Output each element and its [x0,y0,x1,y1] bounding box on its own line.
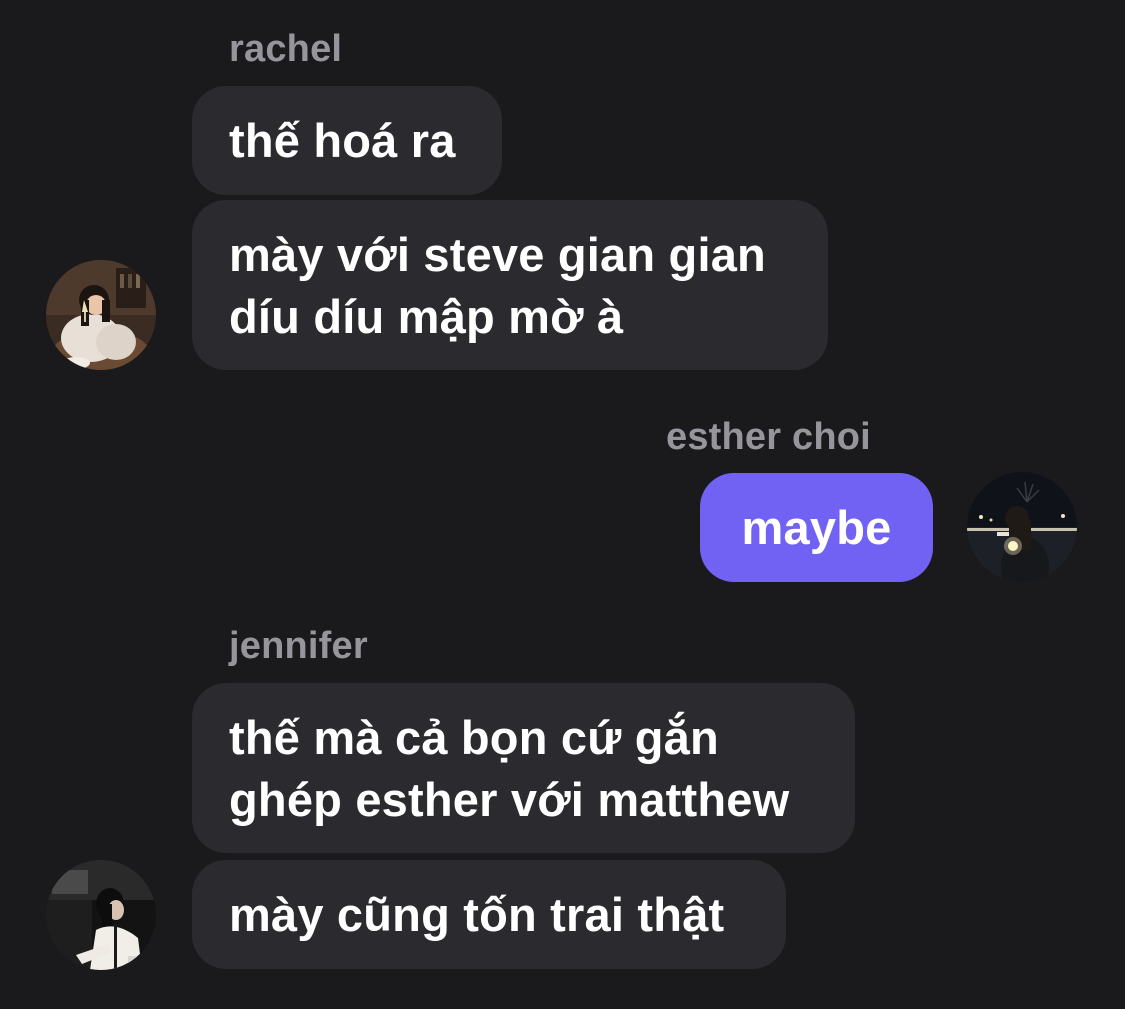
message-bubble[interactable]: mày cũng tốn trai thật [192,860,786,969]
message-bubble-outgoing[interactable]: maybe [700,473,933,582]
message-bubble[interactable]: mày với steve gian gian díu díu mập mờ à [192,200,828,370]
message-bubble[interactable]: thế mà cả bọn cứ gắn ghép esther với mat… [192,683,855,853]
user-photo-icon [46,260,156,370]
user-photo-icon [46,860,156,970]
sender-name-rachel: rachel [229,28,343,70]
avatar-rachel[interactable] [46,260,156,370]
sender-name-esther-choi: esther choi [666,416,871,458]
chat-thread: rachel thế hoá ra mày với steve gian gia… [0,0,1125,1009]
user-photo-icon [967,472,1077,582]
sender-name-jennifer: jennifer [229,625,368,667]
avatar-jennifer[interactable] [46,860,156,970]
avatar-esther-choi[interactable] [967,472,1077,582]
message-bubble[interactable]: thế hoá ra [192,86,502,195]
